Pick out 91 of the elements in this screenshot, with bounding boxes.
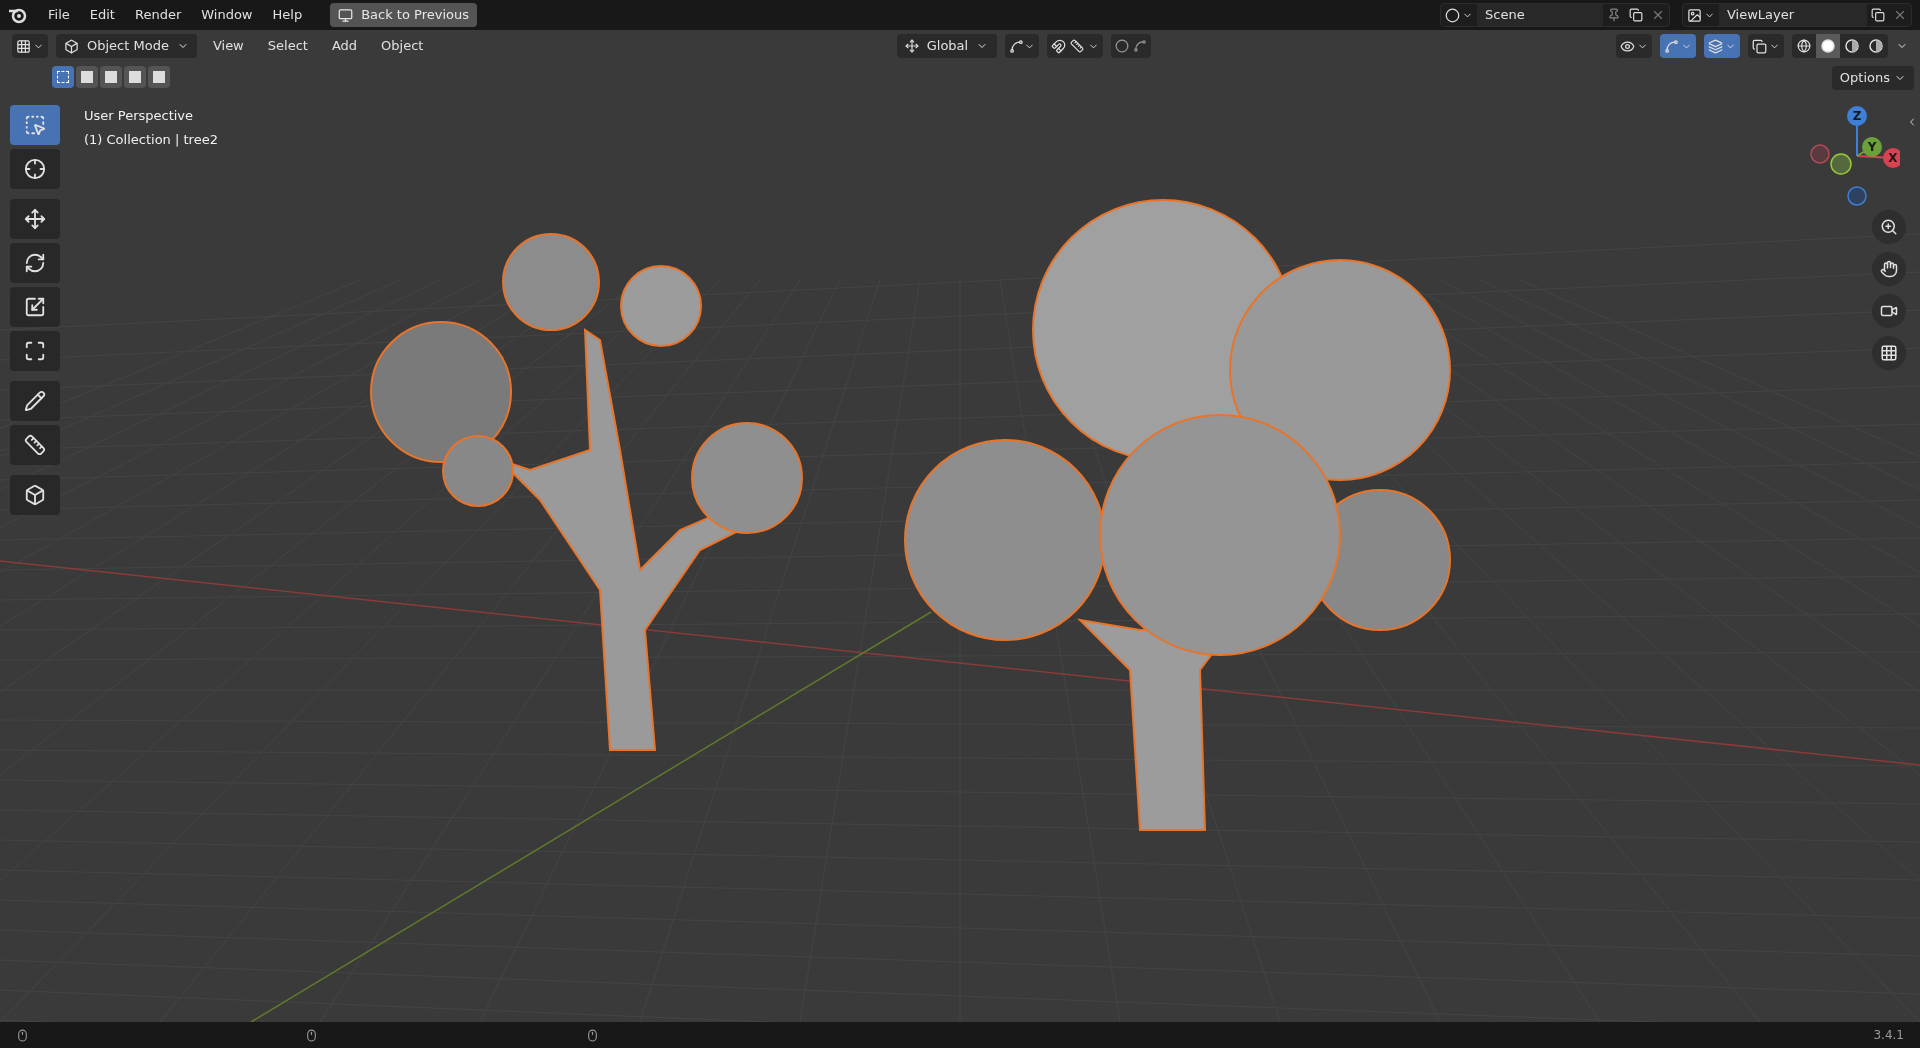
ruler-tool[interactable] <box>10 425 60 465</box>
square-icon <box>105 71 117 83</box>
close-icon <box>1651 8 1665 22</box>
copy-icon <box>1629 8 1643 22</box>
view-layer-name: ViewLayer <box>1719 4 1867 26</box>
snap-button[interactable] <box>1046 34 1103 58</box>
wireframe-icon <box>1797 39 1811 53</box>
axis-ball-icon <box>1810 144 1830 164</box>
square-icon <box>57 71 69 83</box>
mouse-icon <box>16 1028 29 1042</box>
close-icon <box>1893 8 1907 22</box>
menu-item[interactable]: Render <box>126 1 190 29</box>
move-icon <box>24 208 46 230</box>
mode-dropdown[interactable]: Object Mode <box>56 34 197 58</box>
axis-ball-icon <box>1847 186 1867 206</box>
add-cube-tool[interactable] <box>10 475 60 515</box>
square-icon <box>81 71 93 83</box>
zoom-icon <box>1880 218 1898 236</box>
overlay-toggle[interactable] <box>1704 34 1740 58</box>
pencil-icon <box>24 390 46 412</box>
square-icon <box>129 71 141 83</box>
navigation-gizmo[interactable]: Z Y X <box>1800 104 1900 208</box>
rotate-icon <box>24 252 46 274</box>
logo-icon[interactable] <box>8 6 28 24</box>
eye-toggle[interactable] <box>1616 34 1652 58</box>
axis-label: X <box>1888 151 1898 165</box>
axis-label: Y <box>1867 140 1877 154</box>
axis-label: Z <box>1852 109 1862 123</box>
shading-button[interactable] <box>1816 34 1840 58</box>
sphere-icon <box>1821 39 1835 53</box>
selection-mode-button[interactable] <box>124 66 146 88</box>
selection-mode-button[interactable] <box>76 66 98 88</box>
menu-item[interactable]: File <box>40 1 78 29</box>
menu-item[interactable]: Add <box>323 36 366 56</box>
selection-mode-button[interactable] <box>100 66 122 88</box>
ruler-icon <box>1069 39 1084 53</box>
scene-name: Scene <box>1477 4 1603 26</box>
mouse-icon <box>305 1028 318 1042</box>
sphere-icon <box>1845 39 1859 53</box>
monitor-icon <box>338 7 354 23</box>
pan-icon <box>1880 260 1898 278</box>
menu-item[interactable]: Help <box>264 1 311 29</box>
square-icon <box>153 71 165 83</box>
selection-mode-button[interactable] <box>52 66 74 88</box>
sphere-icon <box>1869 39 1883 53</box>
axis-ball-icon <box>1830 153 1852 175</box>
ruler-icon <box>24 434 46 456</box>
view-layer-selector[interactable]: ViewLayer <box>1682 3 1912 27</box>
transform-tool[interactable] <box>10 331 60 371</box>
selection-mode-button[interactable] <box>148 66 170 88</box>
shading-button[interactable] <box>1840 34 1864 58</box>
pencil-tool[interactable] <box>10 381 60 421</box>
pin-icon <box>1607 8 1621 22</box>
gizmo-toggle[interactable] <box>1660 34 1696 58</box>
cursor-tool[interactable] <box>10 149 60 189</box>
grid-icon <box>1880 344 1898 362</box>
eye-icon <box>1620 38 1635 54</box>
scene-selector[interactable]: Scene <box>1440 3 1670 27</box>
select-box-tool[interactable] <box>10 105 60 145</box>
pivot-button[interactable] <box>1004 34 1039 58</box>
viewport-info-text: User Perspective <box>84 107 195 125</box>
grid-icon <box>16 38 31 54</box>
options-dropdown[interactable]: Options <box>1831 66 1914 90</box>
menu-item[interactable]: View <box>204 36 252 56</box>
proportional-button[interactable] <box>1110 34 1151 58</box>
select-box-icon <box>24 114 46 136</box>
cursor-icon <box>24 158 46 180</box>
move-tool[interactable] <box>10 199 60 239</box>
rotate-tool[interactable] <box>10 243 60 283</box>
xray-toggle[interactable] <box>1748 34 1784 58</box>
menu-item[interactable]: Window <box>193 1 261 29</box>
menu-item[interactable]: Edit <box>81 1 123 29</box>
image-stack-icon <box>1687 7 1702 23</box>
circle-icon <box>1114 39 1129 53</box>
scale-icon <box>24 296 46 318</box>
viewport-info-text: (1) Collection | tree2 <box>84 130 218 149</box>
version-text: 3.4.1 <box>1873 1027 1904 1044</box>
copy-icon <box>1871 8 1885 22</box>
mouse-icon <box>586 1028 599 1042</box>
menu-item[interactable]: Select <box>259 36 316 56</box>
magnet-icon <box>1050 38 1066 54</box>
scale-tool[interactable] <box>10 287 60 327</box>
back-to-previous-button[interactable]: Back to Previous <box>330 3 477 27</box>
editor-type-button[interactable] <box>12 34 48 58</box>
add-cube-icon <box>24 484 46 506</box>
cube-icon <box>64 38 79 54</box>
shading-button[interactable] <box>1792 34 1816 58</box>
curve-icon <box>1132 39 1147 53</box>
shading-button[interactable] <box>1864 34 1888 58</box>
orientation-dropdown[interactable]: Global <box>896 34 997 58</box>
menu-item[interactable]: Object <box>373 36 432 56</box>
